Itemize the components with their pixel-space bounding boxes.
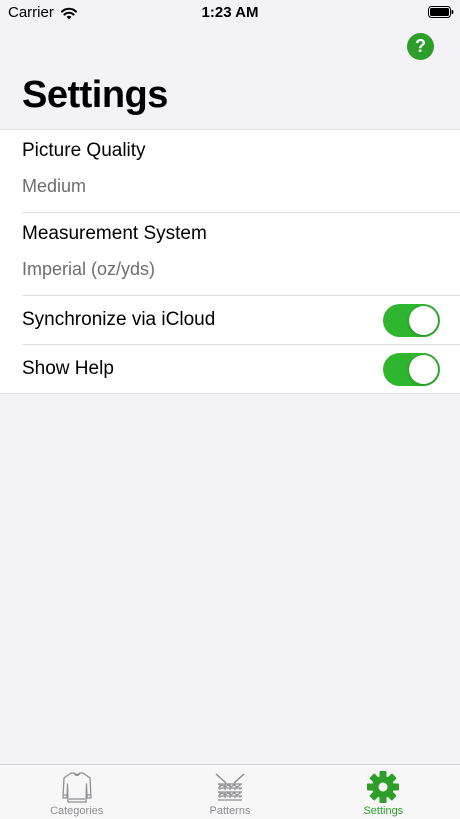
icloud-sync-toggle[interactable] xyxy=(383,304,440,337)
icloud-sync-row: Synchronize via iCloud xyxy=(22,296,460,345)
show-help-row: Show Help xyxy=(22,345,460,393)
picture-quality-value: Medium xyxy=(22,176,87,196)
battery-icon xyxy=(428,6,454,18)
help-icon: ? xyxy=(415,36,426,56)
tab-bar: Categories Patterns Settings xyxy=(0,764,460,819)
settings-list: Picture Quality Medium Measurement Syste… xyxy=(0,129,460,394)
tab-categories[interactable]: Categories xyxy=(0,765,153,819)
picture-quality-row[interactable]: Picture Quality Medium xyxy=(22,130,460,213)
tab-settings-label: Settings xyxy=(363,805,404,817)
sweater-icon xyxy=(62,772,92,803)
page-title: Settings xyxy=(22,74,168,116)
tab-categories-label: Categories xyxy=(50,805,104,817)
status-time: 1:23 AM xyxy=(201,4,259,21)
toggle-knob xyxy=(409,306,438,335)
status-bar: Carrier 1:23 AM xyxy=(0,0,460,26)
tab-settings[interactable]: Settings xyxy=(307,765,460,819)
icloud-sync-label: Synchronize via iCloud xyxy=(22,309,216,330)
measurement-system-value: Imperial (oz/yds) xyxy=(22,259,156,279)
knitting-pattern-icon xyxy=(215,773,245,801)
measurement-system-row[interactable]: Measurement System Imperial (oz/yds) xyxy=(22,213,460,296)
show-help-toggle[interactable] xyxy=(383,353,440,386)
picture-quality-label: Picture Quality xyxy=(22,140,146,161)
measurement-system-label: Measurement System xyxy=(22,223,207,244)
gear-icon xyxy=(367,771,400,803)
tab-patterns[interactable]: Patterns xyxy=(153,765,306,819)
help-button[interactable]: ? xyxy=(407,33,434,60)
toggle-knob xyxy=(409,355,438,384)
tab-patterns-label: Patterns xyxy=(209,805,251,817)
show-help-label: Show Help xyxy=(22,358,114,379)
